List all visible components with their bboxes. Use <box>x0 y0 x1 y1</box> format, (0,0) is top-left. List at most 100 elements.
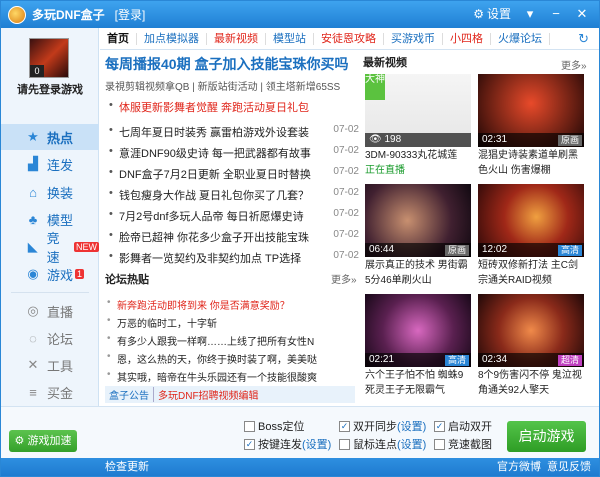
option-label: Boss定位 <box>258 421 305 433</box>
game-accelerate-button[interactable]: ⚙ 游戏加速 <box>9 430 77 452</box>
bullet: • <box>107 369 111 380</box>
race-screenshot-option[interactable]: 竞速截图 <box>434 436 492 452</box>
settings-button[interactable]: ⚙ 设置 <box>473 5 511 22</box>
news-item-date: 07-02 <box>333 124 359 135</box>
video-caption: 展示真正的技术 男街霸 <box>365 260 468 271</box>
forum-more-link[interactable]: 更多» <box>331 271 357 286</box>
hotkey-option[interactable]: ✓ 按键连发 (设置) <box>244 436 331 452</box>
video-card[interactable]: 06:44 原画 展示真正的技术 男街霸 5分46单刷火山 <box>365 184 471 287</box>
sidebar-item-tools[interactable]: ✕ 工具 <box>1 352 99 378</box>
dual-sync-option[interactable]: ✓ 双开同步 (设置) <box>339 418 426 434</box>
bullet: • <box>107 315 111 326</box>
tab-forum[interactable]: 火爆论坛 <box>491 32 550 45</box>
video-card[interactable]: 02:21 高清 六个王子怕不怕 蜘蛛9 死灵王子无限霸气 <box>365 294 471 397</box>
forum-item[interactable]: • 有多少人跟我一样啊……上线了把所有女性N <box>107 333 352 348</box>
announcement-text[interactable]: 多玩DNF招聘视频编辑 <box>153 387 259 402</box>
news-headline[interactable]: 每周播报40期 盒子加入技能宝珠你买吗 <box>105 54 355 74</box>
boss-locate-option[interactable]: Boss定位 <box>244 418 304 434</box>
news-item-date: 07-02 <box>333 208 359 219</box>
screenshot-checkbox[interactable] <box>434 438 445 450</box>
live-tag: 大神 <box>365 74 385 100</box>
wrench-icon: ✕ <box>27 357 39 372</box>
live-icon: ◎ <box>27 303 39 318</box>
sidebar: 0 请先登录游戏 ★ 热点 ▟ 连发 ⌂ 换装 ♣ 模型 ◣ 竞速 NEW ◉ 游戏 1 ◎ 直播… <box>1 28 99 406</box>
news-item[interactable]: • DNF盒子7月2日更新 全职业夏日时替换 07-02 <box>109 166 359 182</box>
bullet: • <box>107 297 111 308</box>
title-bar: 多玩DNF盒子 [登录] ⚙ 设置 ▾ − ✕ <box>1 1 599 28</box>
option-label: 竞速截图 <box>448 439 492 451</box>
sidebar-item-hot[interactable]: ★ 热点 <box>1 124 99 150</box>
news-item-title: 体服更新影舞者觉醒 奔跑活动夏日礼包 <box>119 102 310 114</box>
news-item[interactable]: • 意涯DNF90级史诗 每一把武器都有故事 07-02 <box>109 145 359 161</box>
view-count: 👁 198 <box>365 133 471 147</box>
forum-item[interactable]: • 恩，这么热的天，你终于换时装了啊，美美哒 <box>107 351 352 366</box>
menu-icon[interactable]: ▾ <box>521 5 539 23</box>
bottom-panel: ⚙ 游戏加速 Boss定位 ✓ 按键连发 (设置) ✓ 双开同步 (设置) 鼠标连点 (设… <box>1 406 599 458</box>
sidebar-item-forum[interactable]: ◌ 论坛 <box>1 325 99 351</box>
login-prompt[interactable]: 请先登录游戏 <box>1 81 99 97</box>
dual-sync-settings-link[interactable]: (设置) <box>397 418 426 434</box>
sidebar-item-label: 论坛 <box>47 331 74 347</box>
auto-dual-option[interactable]: ✓ 启动双开 <box>434 418 492 434</box>
forum-item[interactable]: • 其实哦，暗帝在牛头乐园还有一个技能很酸爽 <box>107 369 352 384</box>
news-item[interactable]: • 影舞者一览契约及非契约加点 TP选择 07-02 <box>109 250 359 266</box>
video-caption: 3DM-90333丸花城莲 <box>365 150 458 161</box>
news-item-date: 07-02 <box>333 187 359 198</box>
tab-skill-sim[interactable]: 加点模拟器 <box>137 32 207 45</box>
auto-dual-checkbox[interactable]: ✓ <box>434 420 445 432</box>
sidebar-item-live[interactable]: ◎ 直播 <box>1 298 99 324</box>
forum-item[interactable]: • 新奔跑活动即将到来 你是否满意奖励？ <box>107 297 352 312</box>
sidebar-item-outfit[interactable]: ⌂ 换装 <box>1 179 99 205</box>
sidebar-item-race[interactable]: ◣ 竞速 NEW <box>1 231 99 265</box>
tab-bar: 首页 加点模拟器 最新视频 模型站 安徒恩攻略 买游戏币 小四格 火爆论坛 ↻ <box>100 28 599 50</box>
video-card[interactable]: 12:02 高清 短砖双修新打法 主C剑 宗通关RAID视频 <box>478 184 584 287</box>
tab-model-site[interactable]: 模型站 <box>266 32 314 45</box>
hotkey-settings-link[interactable]: (设置) <box>302 436 331 452</box>
hotkey-checkbox[interactable]: ✓ <box>244 438 255 450</box>
tab-guide[interactable]: 安徒恩攻略 <box>314 32 384 45</box>
video-card[interactable]: 大神 👁 198 3DM-90333丸花城莲 正在直播 <box>365 74 471 177</box>
check-update-link[interactable]: 检查更新 <box>105 458 149 476</box>
news-item[interactable]: • 七周年夏日时装秀 赢雷柏游戏外设套装 07-02 <box>109 124 359 140</box>
news-item[interactable]: • 脸帝已超神 你花多少盒子开出技能宝珠 07-02 <box>109 229 359 245</box>
tab-buy-currency[interactable]: 买游戏币 <box>384 32 443 45</box>
refresh-icon[interactable]: ↻ <box>578 31 589 47</box>
sidebar-item-combo[interactable]: ▟ 连发 <box>1 151 99 177</box>
news-item[interactable]: • 体服更新影舞者觉醒 奔跑活动夏日礼包 <box>109 99 359 115</box>
forum-item[interactable]: • 万恶的临时工，十字斩 <box>107 315 352 330</box>
quality-tag: 原画 <box>557 135 582 146</box>
tab-home[interactable]: 首页 <box>100 32 137 45</box>
sidebar-item-gold[interactable]: ≡ 买金 <box>1 379 99 405</box>
star-icon: ★ <box>27 129 39 144</box>
forum-item-title: 其实哦，暗帝在牛头乐园还有一个技能很酸爽 <box>117 373 317 384</box>
video-caption: 混猖史诗装素道单刷黑 <box>478 150 578 161</box>
video-card[interactable]: 02:34 超清 8个9伤害闪不停 鬼泣视 角通关92人擎天 <box>478 294 584 397</box>
news-item[interactable]: • 7月2号dnf多玩人品帝 每日祈愿爆史诗 07-02 <box>109 208 359 224</box>
option-label: 鼠标连点 <box>353 439 397 451</box>
login-link[interactable]: [登录] <box>115 6 146 23</box>
start-game-button[interactable]: 启动游戏 <box>507 421 586 452</box>
video-more-link[interactable]: 更多» <box>561 57 587 72</box>
avatar[interactable]: 0 <box>29 38 69 78</box>
divider <box>11 292 89 293</box>
app-logo-icon <box>8 5 26 24</box>
close-icon[interactable]: ✕ <box>573 5 591 23</box>
mouse-click-option[interactable]: 鼠标连点 (设置) <box>339 436 426 452</box>
weibo-link[interactable]: 官方微博 <box>497 458 541 476</box>
option-label: 启动双开 <box>448 421 492 433</box>
news-item[interactable]: • 钱包瘦身大作战 夏日礼包你买了几套？ 07-02 <box>109 187 359 203</box>
settings-label: 设置 <box>486 7 511 21</box>
feedback-link[interactable]: 意见反馈 <box>547 458 591 476</box>
video-caption: 色火山 伤害爆棚 <box>478 165 551 176</box>
minimize-icon[interactable]: − <box>547 5 565 23</box>
tab-comic[interactable]: 小四格 <box>443 32 491 45</box>
boss-checkbox[interactable] <box>244 420 255 432</box>
tab-latest-video[interactable]: 最新视频 <box>207 32 266 45</box>
news-subheads[interactable]: 录視剪辑视频拿QB | 新版站街活动 | 领主塔新增65SS <box>105 78 355 93</box>
video-caption: 六个王子怕不怕 蜘蛛9 <box>365 370 464 381</box>
mouse-click-checkbox[interactable] <box>339 438 350 450</box>
sidebar-item-game[interactable]: ◉ 游戏 1 <box>1 261 99 287</box>
video-card[interactable]: 02:31 原画 混猖史诗装素道单刷黑 色火山 伤害爆棚 <box>478 74 584 177</box>
mouse-settings-link[interactable]: (设置) <box>397 436 426 452</box>
dual-sync-checkbox[interactable]: ✓ <box>339 420 350 432</box>
